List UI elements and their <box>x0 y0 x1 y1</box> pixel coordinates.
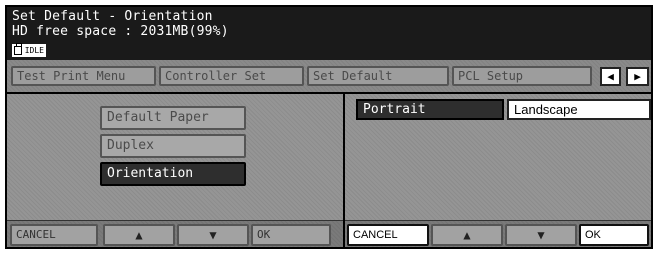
tab-scroll-right-button[interactable]: ▶ <box>626 67 649 86</box>
tab-pcl-setup[interactable]: PCL Setup <box>452 66 592 86</box>
panel-top-rule <box>345 92 651 94</box>
tab-set-default[interactable]: Set Default <box>307 66 449 86</box>
menu-item-default-paper[interactable]: Default Paper <box>100 106 246 130</box>
landscape-button[interactable]: Landscape <box>507 99 651 120</box>
orientation-panel: Portrait Landscape CANCEL ▲ ▼ OK <box>345 92 651 247</box>
screen-title: Set Default - Orientation <box>12 9 213 24</box>
menu-item-duplex[interactable]: Duplex <box>100 134 246 158</box>
right-down-button[interactable]: ▼ <box>505 224 577 246</box>
right-up-button[interactable]: ▲ <box>431 224 503 246</box>
status-text: IDLE <box>24 46 44 55</box>
printer-panel-screen: Set Default - Orientation HD free space … <box>5 5 653 249</box>
portrait-button[interactable]: Portrait <box>356 99 504 120</box>
left-down-button[interactable]: ▼ <box>177 224 249 246</box>
triangle-right-icon: ▶ <box>634 70 641 83</box>
tab-bar: Test Print Menu Controller Set Set Defau… <box>7 60 651 92</box>
up-arrow-icon: ▲ <box>135 228 143 242</box>
down-arrow-icon: ▼ <box>537 228 545 242</box>
right-bottom-bar: CANCEL ▲ ▼ OK <box>345 220 651 247</box>
header: Set Default - Orientation HD free space … <box>7 7 651 60</box>
status-indicator: IDLE <box>12 43 46 57</box>
down-arrow-icon: ▼ <box>209 228 217 242</box>
tab-controller-set[interactable]: Controller Set <box>159 66 304 86</box>
panel-top-rule <box>7 92 343 94</box>
hd-free-space: HD free space : 2031MB(99%) <box>12 24 229 39</box>
left-bottom-bar: CANCEL ▲ ▼ OK <box>7 220 343 247</box>
tab-scroll-left-button[interactable]: ◀ <box>600 67 621 86</box>
left-ok-button[interactable]: OK <box>251 224 331 246</box>
up-arrow-icon: ▲ <box>463 228 471 242</box>
right-ok-button[interactable]: OK <box>579 224 649 246</box>
menu-item-orientation[interactable]: Orientation <box>100 162 246 186</box>
left-up-button[interactable]: ▲ <box>103 224 175 246</box>
left-cancel-button[interactable]: CANCEL <box>10 224 98 246</box>
tab-test-print-menu[interactable]: Test Print Menu <box>11 66 156 86</box>
settings-menu-panel: Default Paper Duplex Orientation CANCEL … <box>7 92 343 247</box>
triangle-left-icon: ◀ <box>607 70 614 83</box>
right-cancel-button[interactable]: CANCEL <box>347 224 429 246</box>
printer-icon <box>14 43 22 55</box>
